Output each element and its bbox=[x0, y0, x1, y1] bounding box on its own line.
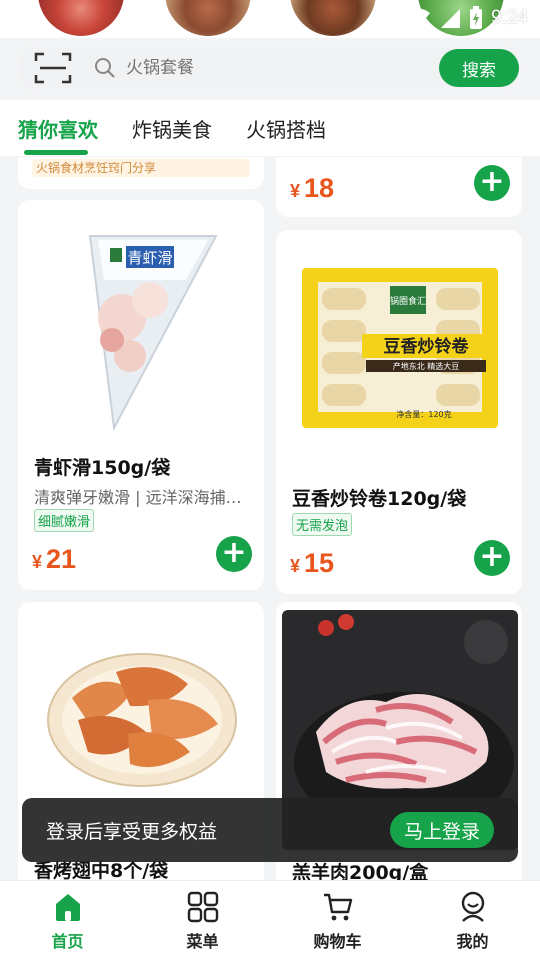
home-icon bbox=[55, 894, 80, 921]
active-tab-indicator bbox=[24, 150, 88, 155]
banner-food-image[interactable] bbox=[38, 0, 124, 36]
product-card[interactable]: 锅圈食汇 豆香炒铃卷 产地东北 精选大豆 净含量：120克 豆香炒铃卷120g/… bbox=[276, 230, 522, 594]
package-sub-label: 产地东北 精选大豆 bbox=[393, 361, 460, 371]
wifi-icon bbox=[406, 8, 431, 28]
currency-symbol: ¥ bbox=[290, 181, 301, 201]
currency-symbol: ¥ bbox=[290, 556, 301, 576]
brand-label: 锅圈食汇 bbox=[390, 295, 426, 307]
tab-label: 猜你喜欢 bbox=[18, 118, 98, 142]
product-card[interactable]: 火锅食材烹饪窍门分享 bbox=[18, 157, 264, 189]
nav-item-cart[interactable]: 购物车 bbox=[270, 881, 405, 960]
nav-label: 购物车 bbox=[313, 932, 362, 951]
product-name: 豆香炒铃卷120g/袋 bbox=[292, 488, 467, 510]
category-tabs: 猜你喜欢 炸锅美食 火锅搭档 bbox=[0, 100, 540, 156]
product-price: ¥15 bbox=[290, 548, 334, 579]
promo-text: 火锅食材烹饪窍门分享 bbox=[36, 161, 157, 175]
price-value: 21 bbox=[46, 544, 77, 574]
tab-label: 炸锅美食 bbox=[132, 118, 212, 142]
login-now-button[interactable]: 马上登录 bbox=[390, 812, 494, 848]
status-bar: 9:24 bbox=[0, 0, 540, 38]
add-to-cart-button[interactable]: + bbox=[474, 540, 510, 576]
nav-item-home[interactable]: 首页 bbox=[0, 881, 135, 960]
nav-label: 首页 bbox=[51, 932, 84, 951]
package-label: 青虾滑 bbox=[127, 249, 172, 267]
product-image: 锅圈食汇 豆香炒铃卷 产地东北 精选大豆 净含量：120克 bbox=[302, 268, 498, 428]
bottom-navigation: 首页 菜单 购物车 我的 bbox=[0, 880, 540, 960]
product-description: 清爽弹牙嫩滑 | 远洋深海捕捞... bbox=[34, 488, 250, 507]
cart-icon bbox=[323, 893, 352, 921]
scan-icon[interactable] bbox=[34, 51, 72, 85]
nav-label: 菜单 bbox=[186, 932, 219, 951]
product-card[interactable]: 青虾滑 青虾滑150g/袋 清爽弹牙嫩滑 | 远洋深海捕捞... 细腻嫩滑 ¥2… bbox=[18, 200, 264, 590]
profile-icon bbox=[461, 891, 484, 922]
currency-symbol: ¥ bbox=[32, 552, 43, 572]
promo-banner[interactable]: 火锅食材烹饪窍门分享 bbox=[32, 159, 250, 177]
signal-icon bbox=[441, 9, 461, 28]
price-value: 15 bbox=[304, 548, 335, 578]
product-tag: 细腻嫩滑 bbox=[34, 509, 95, 532]
product-tag: 无需发泡 bbox=[292, 513, 353, 536]
tab-label: 火锅搭档 bbox=[246, 118, 326, 142]
login-prompt-toast: 登录后享受更多权益 马上登录 bbox=[22, 798, 518, 862]
search-input[interactable] bbox=[126, 58, 439, 78]
product-price: ¥18 bbox=[290, 173, 334, 204]
package-weight: 净含量：120克 bbox=[396, 409, 451, 419]
search-icon bbox=[95, 58, 115, 78]
package-label: 豆香炒铃卷 bbox=[384, 336, 470, 357]
product-name: 青虾滑150g/袋 bbox=[34, 457, 171, 479]
search-bar: 搜索 bbox=[18, 46, 522, 90]
search-button[interactable]: 搜索 bbox=[439, 49, 519, 87]
nav-item-profile[interactable]: 我的 bbox=[405, 881, 540, 960]
nav-item-menu[interactable]: 菜单 bbox=[135, 881, 270, 960]
battery-icon bbox=[470, 6, 483, 29]
grid-menu-icon bbox=[187, 891, 218, 923]
product-image: 青虾滑 bbox=[88, 235, 218, 432]
banner-food-image[interactable] bbox=[290, 0, 376, 36]
tab-hotpot-partners[interactable]: 火锅搭档 bbox=[246, 100, 326, 143]
product-price: ¥21 bbox=[32, 544, 76, 575]
status-time: 9:24 bbox=[491, 7, 528, 28]
banner-food-image[interactable] bbox=[165, 0, 251, 36]
login-prompt-text: 登录后享受更多权益 bbox=[46, 820, 218, 843]
tab-guess-you-like[interactable]: 猜你喜欢 bbox=[18, 100, 98, 155]
add-to-cart-button[interactable]: + bbox=[474, 165, 510, 201]
price-value: 18 bbox=[304, 173, 335, 203]
product-card[interactable]: ¥18 + bbox=[276, 157, 522, 217]
status-icons: 9:24 bbox=[405, 6, 528, 30]
tab-fried-pot-food[interactable]: 炸锅美食 bbox=[132, 100, 212, 143]
add-to-cart-button[interactable]: + bbox=[216, 536, 252, 572]
nav-label: 我的 bbox=[456, 932, 489, 951]
